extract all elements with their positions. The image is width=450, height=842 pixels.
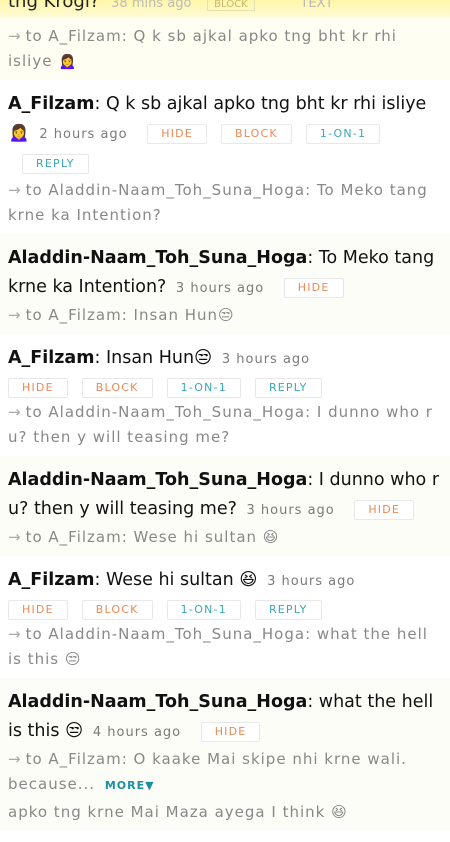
reply-context: → to A_Filzam: Q k sb ajkal apko tng bht … xyxy=(8,24,442,74)
arrow-right-icon: → xyxy=(8,27,22,45)
arrow-right-icon: → xyxy=(8,181,22,199)
message-item: Aladdin-Naam_Toh_Suna_Hoga: I dunno who … xyxy=(0,456,450,556)
arrow-right-icon: → xyxy=(8,306,22,324)
message-text: Insan Hun😒 xyxy=(105,348,213,368)
reply-context: → to Aladdin-Naam_Toh_Suna_Hoga: I dunno … xyxy=(8,400,442,450)
message-author[interactable]: A_Filzam xyxy=(8,94,94,114)
block-button[interactable]: BLOCK xyxy=(81,378,153,398)
message-time: 4 hours ago xyxy=(92,725,182,740)
more-label: MORE xyxy=(104,779,146,792)
caret-down-icon: ▼ xyxy=(145,779,155,792)
message-item: A_Filzam: Wese hi sultan 😆 3 hours ago H… xyxy=(0,556,450,678)
arrow-right-icon: → xyxy=(8,403,22,421)
more-button[interactable]: MORE▼ xyxy=(105,779,155,792)
one-on-one-button[interactable]: 1-ON-1 xyxy=(305,124,381,144)
hide-button[interactable]: HIDE xyxy=(354,500,415,520)
message-author[interactable]: Aladdin-Naam_Toh_Suna_Hoga xyxy=(8,470,307,490)
message-item: A_Filzam: Insan Hun😒 3 hours ago HIDE BLO… xyxy=(0,334,450,456)
message-time: 3 hours ago xyxy=(246,503,335,518)
message-time: 3 hours ago xyxy=(221,352,311,367)
message-item: A_Filzam: Q k sb ajkal apko tng bht kr r… xyxy=(0,80,450,234)
block-button[interactable]: BLOCK xyxy=(207,0,255,11)
one-on-one-button[interactable]: 1-ON-1 xyxy=(166,600,241,620)
text-button[interactable]: TEXT xyxy=(300,0,333,11)
message-time: 3 hours ago xyxy=(267,574,356,589)
message-author[interactable]: A_Filzam xyxy=(8,570,94,590)
message-time: 38 mins ago xyxy=(111,0,192,11)
message-continuation: apko tng krne Mai Maza ayega I think 😆 xyxy=(8,803,348,821)
block-button[interactable]: BLOCK xyxy=(220,124,292,144)
reply-button[interactable]: REPLY xyxy=(22,154,89,174)
reply-context: → to A_Filzam: Insan Hun😒 xyxy=(8,303,442,328)
reply-context: → to Aladdin-Naam_Toh_Suna_Hoga: what the… xyxy=(8,622,442,672)
message-text: Wese hi sultan 😆 xyxy=(105,570,258,590)
message-time: 3 hours ago xyxy=(175,281,265,296)
reply-context: → to Aladdin-Naam_Toh_Suna_Hoga: To Meko … xyxy=(8,178,442,228)
message-time: 2 hours ago xyxy=(39,127,128,142)
reply-target: to A_Filzam: xyxy=(25,27,134,45)
reply-quote: to Aladdin-Naam_Toh_Suna_Hoga: I dunno w… xyxy=(8,403,433,446)
arrow-right-icon: → xyxy=(8,528,22,546)
message-item: tng Krogi? 38 mins ago BLOCK TEXT → to A_… xyxy=(0,0,450,80)
reply-context: → to A_Filzam: O kaake Mai skipe nhi krne… xyxy=(8,747,442,798)
reply-quote: to Aladdin-Naam_Toh_Suna_Hoga: what the … xyxy=(8,625,428,668)
message-author[interactable]: A_Filzam xyxy=(8,348,94,368)
message-item: Aladdin-Naam_Toh_Suna_Hoga: To Meko tang… xyxy=(0,234,450,334)
hide-button[interactable]: HIDE xyxy=(147,124,207,144)
reply-quote: to A_Filzam: O kaake Mai skipe nhi krne … xyxy=(8,750,407,793)
block-button[interactable]: BLOCK xyxy=(81,600,153,620)
hide-button[interactable]: HIDE xyxy=(283,278,344,298)
arrow-right-icon: → xyxy=(8,750,22,768)
arrow-right-icon: → xyxy=(8,625,22,643)
reply-quote: to A_Filzam: Insan Hun😒 xyxy=(25,306,235,324)
hide-button[interactable]: HIDE xyxy=(8,378,68,398)
reply-button[interactable]: REPLY xyxy=(254,600,322,620)
hide-button[interactable]: HIDE xyxy=(8,600,68,620)
one-on-one-button[interactable]: 1-ON-1 xyxy=(166,378,241,398)
reply-quote: to Aladdin-Naam_Toh_Suna_Hoga: To Meko t… xyxy=(8,181,428,224)
hide-button[interactable]: HIDE xyxy=(200,722,261,742)
message-text: tng Krogi? xyxy=(8,0,100,12)
reply-quote: to A_Filzam: Wese hi sultan 😆 xyxy=(25,528,280,546)
message-author[interactable]: Aladdin-Naam_Toh_Suna_Hoga xyxy=(8,248,307,268)
partial-message-header: tng Krogi? 38 mins ago BLOCK TEXT xyxy=(0,0,450,18)
reply-button[interactable]: REPLY xyxy=(254,378,322,398)
reply-context: → to A_Filzam: Wese hi sultan 😆 xyxy=(8,525,442,550)
message-author[interactable]: Aladdin-Naam_Toh_Suna_Hoga xyxy=(8,692,307,712)
message-item: Aladdin-Naam_Toh_Suna_Hoga: what the hel… xyxy=(0,678,450,830)
